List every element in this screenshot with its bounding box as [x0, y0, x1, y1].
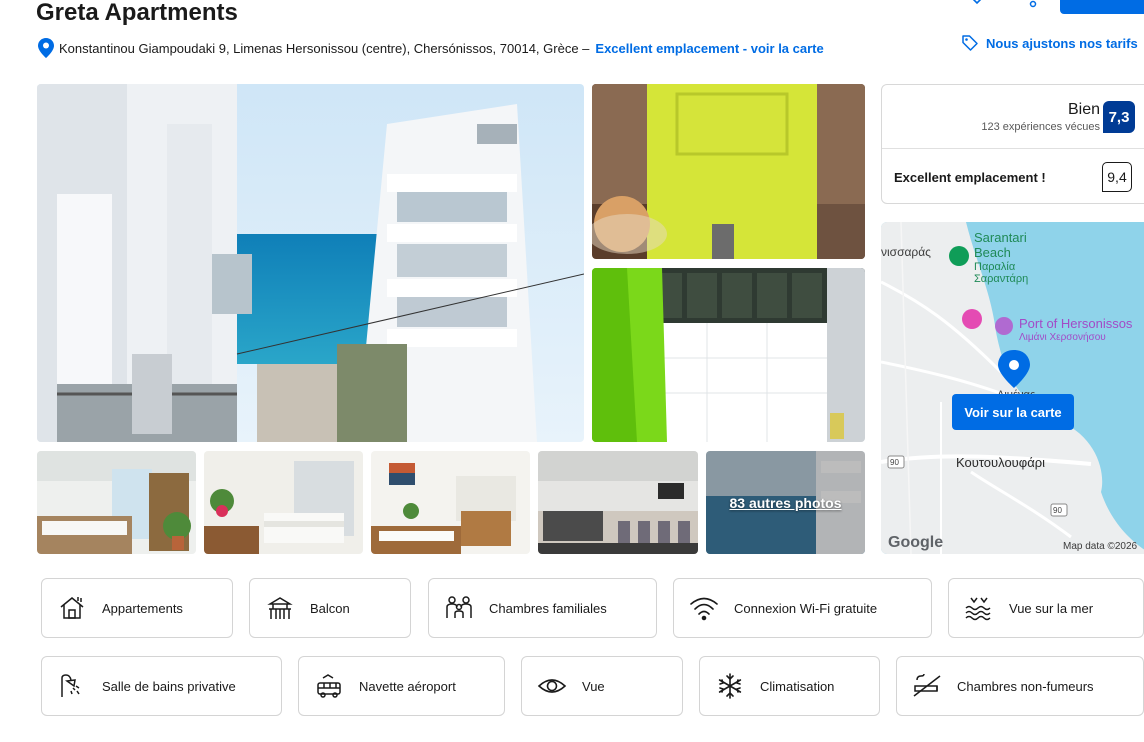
property-title: Greta Apartments: [36, 0, 238, 26]
facility-label: Navette aéroport: [359, 678, 456, 694]
facility-wifi: Connexion Wi-Fi gratuite: [673, 578, 932, 638]
score-word: Bien: [1067, 101, 1100, 118]
price-match-link[interactable]: Nous ajustons nos tarifs: [961, 34, 1138, 52]
map-label-town: νισσαράς: [881, 245, 931, 259]
view-map-button[interactable]: Voir sur la carte: [952, 394, 1074, 430]
facility-balcony: Balcon: [249, 578, 411, 638]
main-photo[interactable]: [37, 84, 584, 442]
facility-label: Vue: [582, 678, 605, 694]
facility-label: Connexion Wi-Fi gratuite: [734, 600, 878, 616]
map-location-link[interactable]: Excellent emplacement - voir la carte: [595, 41, 823, 56]
map-label-district: Κουτουλουφάρι: [956, 455, 1045, 470]
facility-label: Salle de bains privative: [102, 678, 236, 694]
facility-view: Vue: [521, 656, 683, 716]
map-preview[interactable]: νισσαράς Sarantari Beach Παραλία Σαραντά…: [881, 222, 1144, 554]
facility-apartments: Appartements: [41, 578, 233, 638]
map-label-beach-2: Beach: [974, 245, 1011, 260]
share-icon[interactable]: [1022, 0, 1044, 8]
map-canvas: νισσαράς Sarantari Beach Παραλία Σαραντά…: [881, 222, 1144, 554]
shuttle-icon: [314, 671, 344, 701]
map-road-label-2: 90: [1053, 506, 1062, 515]
facility-air-conditioning: Climatisation: [699, 656, 880, 716]
map-label-port: Port of Hersonissos: [1019, 316, 1133, 331]
map-label-beach: Sarantari: [974, 230, 1027, 245]
map-label-port-gr: Λιμάνι Χερσονήσου: [1019, 331, 1106, 343]
map-attribution: Map data ©2026: [1063, 541, 1138, 552]
thumb-photo-4[interactable]: [538, 451, 698, 554]
facility-label: Climatisation: [760, 678, 835, 694]
facility-non-smoking: Chambres non-fumeurs: [896, 656, 1144, 716]
facility-label: Balcon: [310, 600, 350, 616]
google-logo: Google: [888, 534, 943, 551]
location-rating-label: Excellent emplacement !: [894, 170, 1046, 185]
facility-label: Vue sur la mer: [1009, 600, 1094, 616]
map-label-beach-gr-2: Σαραντάρη: [974, 273, 1028, 285]
location-pin-icon: [38, 38, 54, 58]
review-count: 123 expériences vécues: [981, 121, 1100, 133]
facility-airport-shuttle: Navette aéroport: [298, 656, 505, 716]
score-badge: 7,3: [1103, 101, 1135, 133]
price-match-label: Nous ajustons nos tarifs: [986, 35, 1138, 51]
family-icon: [444, 593, 474, 623]
facility-label: Chambres familiales: [489, 600, 607, 616]
card-divider: [882, 148, 1144, 149]
facility-private-bathroom: Salle de bains privative: [41, 656, 282, 716]
sea-view-icon: [964, 593, 994, 623]
location-score: 9,4: [1102, 162, 1132, 192]
balcony-icon: [265, 593, 295, 623]
map-label-beach-gr: Παραλία: [974, 261, 1016, 273]
more-photos-tile[interactable]: 83 autres photos: [706, 451, 865, 554]
review-score-card[interactable]: Bien 123 expériences vécues 7,3 Excellen…: [881, 84, 1144, 204]
map-road-label: 90: [890, 458, 899, 467]
thumb-photo-1[interactable]: [37, 451, 196, 554]
tag-icon: [962, 35, 978, 51]
eye-icon: [537, 671, 567, 701]
photo-bathroom[interactable]: [592, 268, 865, 442]
facility-label: Chambres non-fumeurs: [957, 678, 1094, 694]
apartment-icon: [57, 593, 87, 623]
thumb-photo-2[interactable]: [204, 451, 363, 554]
snowflake-icon: [715, 671, 745, 701]
address-line: Konstantinou Giampoudaki 9, Limenas Hers…: [38, 38, 824, 58]
shower-icon: [57, 671, 87, 701]
photo-drink[interactable]: [592, 84, 865, 259]
no-smoking-icon: [912, 671, 942, 701]
thumb-photo-3[interactable]: [371, 451, 530, 554]
address-text: Konstantinou Giampoudaki 9, Limenas Hers…: [59, 40, 590, 56]
wifi-icon: [689, 593, 719, 623]
facility-family-rooms: Chambres familiales: [428, 578, 657, 638]
heart-icon[interactable]: [966, 0, 988, 8]
more-photos-label: 83 autres photos: [729, 494, 842, 511]
facility-sea-view: Vue sur la mer: [948, 578, 1144, 638]
facility-label: Appartements: [102, 600, 183, 616]
reserve-button[interactable]: [1060, 0, 1144, 14]
